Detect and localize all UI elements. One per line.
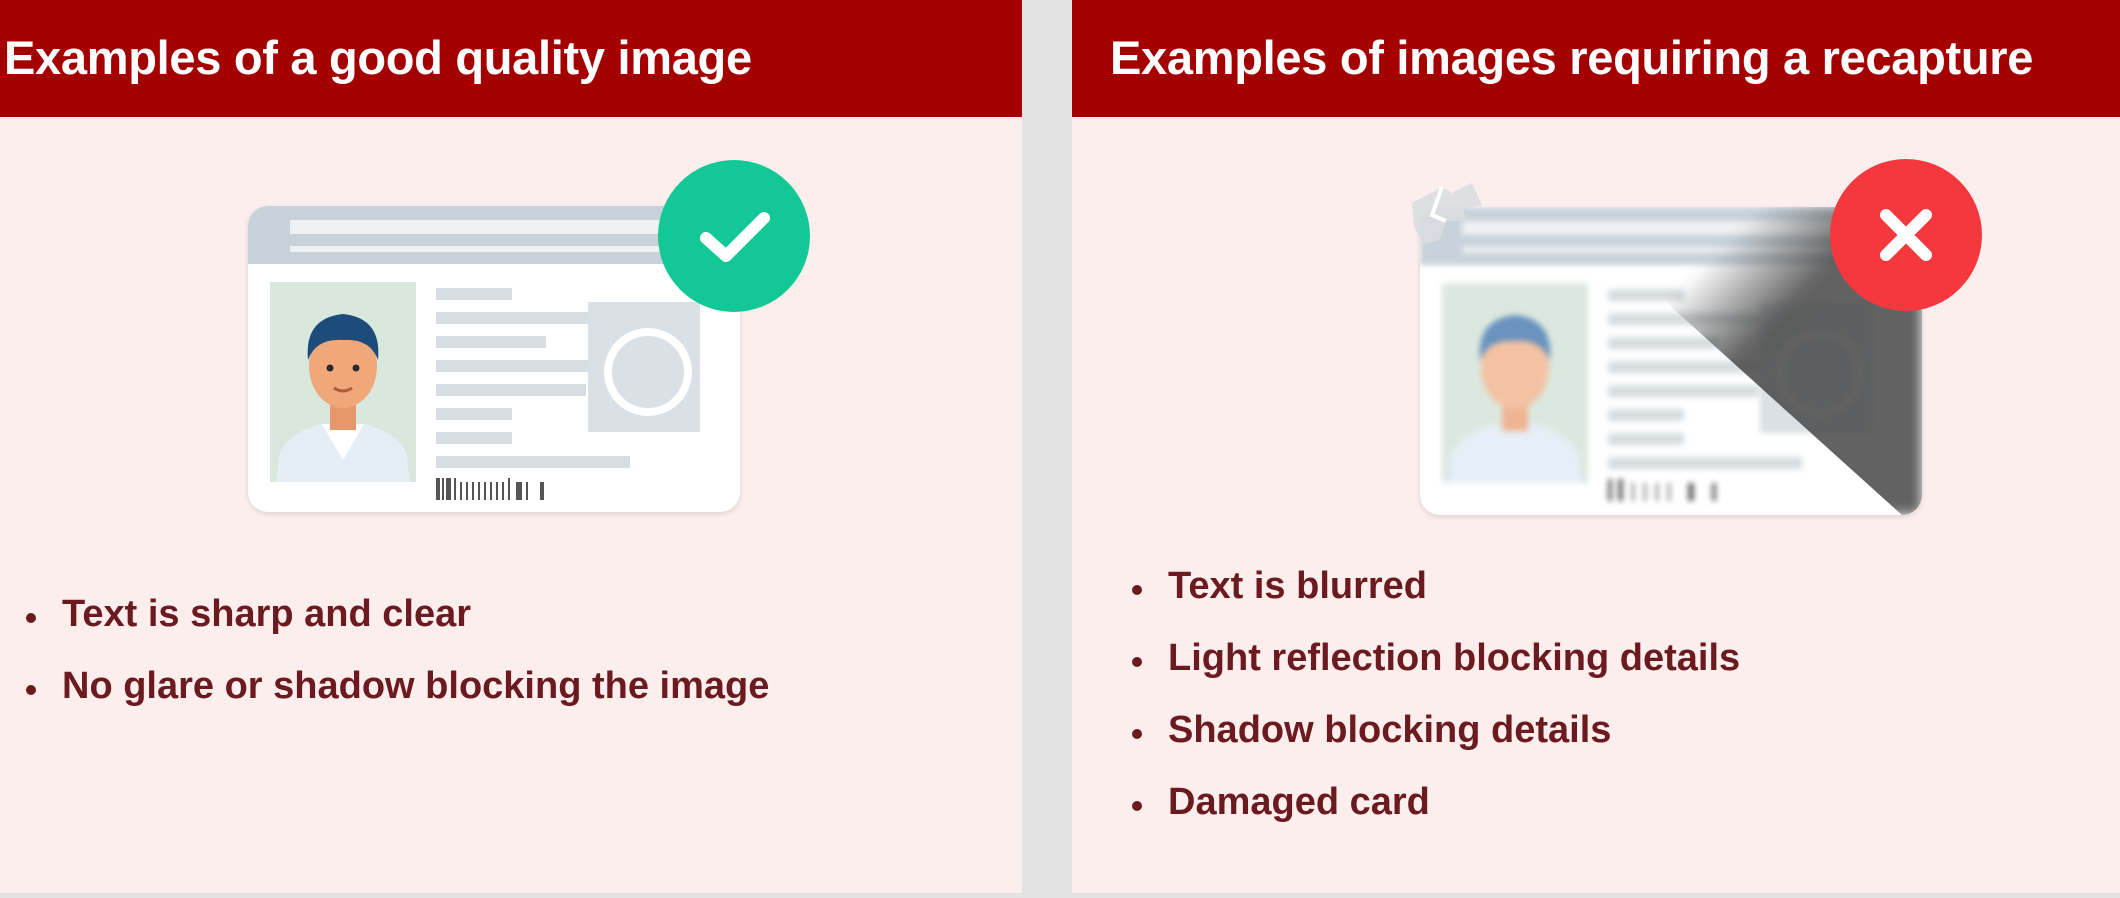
bad-id-card-illustration [1328,155,1982,525]
good-example-title: Examples of a good quality image [4,31,752,84]
bad-points-list: Text is blurred Light reflection blockin… [1132,564,1740,852]
good-points-list: Text is sharp and clear No glare or shad… [26,592,769,736]
cross-icon [1830,159,1982,311]
barcode-icon [436,478,544,500]
bad-point: Damaged card [1132,780,1740,852]
good-point: Text is sharp and clear [26,592,769,664]
bad-point: Text is blurred [1132,564,1740,636]
check-icon [658,160,810,312]
bad-example-title: Examples of images requiring a recapture [1110,31,2034,84]
bad-point: Shadow blocking details [1132,708,1740,780]
card-seal [588,302,700,432]
good-id-card-illustration [246,160,816,520]
person-icon [270,282,416,482]
portrait-photo [270,282,416,482]
torn-corner-icon [1412,183,1482,245]
good-example-panel: Examples of a good quality image Text is… [0,0,1022,893]
person-icon [1442,283,1588,483]
bad-point: Light reflection blocking details [1132,636,1740,708]
good-example-header: Examples of a good quality image [0,0,1022,117]
blurred-portrait-photo [1442,283,1588,483]
bad-example-panel: Examples of images requiring a recapture [1072,0,2120,893]
bad-example-header: Examples of images requiring a recapture [1072,0,2120,117]
good-point: No glare or shadow blocking the image [26,664,769,736]
